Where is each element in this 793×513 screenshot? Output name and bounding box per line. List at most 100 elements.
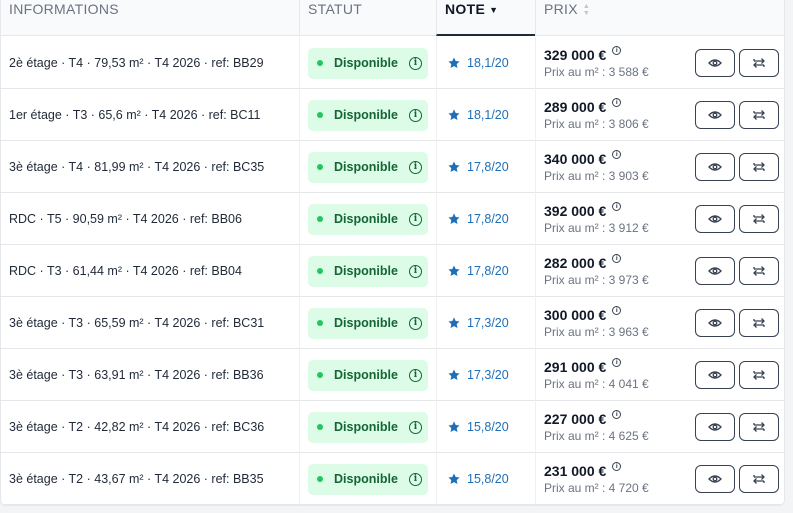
table-header: INFORMATIONS STATUT NOTE ▼ PRIX ▲ ▼	[1, 0, 784, 36]
swap-icon	[753, 422, 765, 432]
star-icon	[448, 317, 460, 329]
info-icon[interactable]: i	[612, 462, 622, 471]
status-badge: Disponible i	[308, 47, 428, 79]
status-dot-icon	[317, 320, 323, 326]
table-row: 3è étage · T3 · 65,59 m² · T4 2026 · ref…	[1, 297, 784, 349]
swap-icon	[753, 266, 765, 276]
view-button[interactable]	[695, 413, 735, 441]
info-icon[interactable]: i	[612, 254, 622, 263]
note-cell: 18,1/20	[436, 89, 535, 141]
lots-table: INFORMATIONS STATUT NOTE ▼ PRIX ▲ ▼ 2è ét…	[0, 0, 785, 506]
status-badge: Disponible i	[308, 307, 428, 339]
status-cell: Disponible i	[299, 245, 436, 297]
table-row: 3è étage · T2 · 43,67 m² · T4 2026 · ref…	[1, 453, 784, 505]
status-dot-icon	[317, 424, 323, 430]
eye-icon	[708, 371, 722, 379]
view-button[interactable]	[695, 309, 735, 337]
table-row: 3è étage · T4 · 81,99 m² · T4 2026 · ref…	[1, 141, 784, 193]
info-icon[interactable]: i	[612, 410, 622, 419]
table-row: 3è étage · T3 · 63,91 m² · T4 2026 · ref…	[1, 349, 784, 401]
header-informations[interactable]: INFORMATIONS	[9, 0, 299, 36]
compare-button[interactable]	[739, 413, 779, 441]
eye-icon	[708, 59, 722, 67]
status-cell: Disponible i	[299, 141, 436, 193]
note-cell: 17,8/20	[436, 193, 535, 245]
compare-button[interactable]	[739, 257, 779, 285]
eye-icon	[708, 319, 722, 327]
status-cell: Disponible i	[299, 349, 436, 401]
info-icon[interactable]: i	[612, 98, 622, 107]
price-per-m2: Prix au m² : 3 963 €	[544, 325, 649, 339]
price-cell: 231 000 € i Prix au m² : 4 720 €	[535, 453, 784, 505]
header-prix[interactable]: PRIX ▲ ▼	[535, 0, 784, 36]
info-icon[interactable]: i	[408, 316, 422, 330]
view-button[interactable]	[695, 361, 735, 389]
price-per-m2: Prix au m² : 3 903 €	[544, 169, 649, 183]
price-cell: 289 000 € i Prix au m² : 3 806 €	[535, 89, 784, 141]
info-icon[interactable]: i	[408, 108, 422, 122]
status-badge: Disponible i	[308, 463, 428, 495]
lot-info: 3è étage · T4 · 81,99 m² · T4 2026 · ref…	[9, 160, 265, 174]
compare-button[interactable]	[739, 153, 779, 181]
swap-icon	[753, 318, 765, 328]
view-button[interactable]	[695, 205, 735, 233]
view-button[interactable]	[695, 101, 735, 129]
compare-button[interactable]	[739, 465, 779, 493]
price-per-m2: Prix au m² : 4 041 €	[544, 377, 649, 391]
sort-icon: ▲ ▼	[582, 3, 591, 17]
info-icon[interactable]: i	[408, 264, 422, 278]
info-icon[interactable]: i	[408, 212, 422, 226]
info-icon[interactable]: i	[408, 56, 422, 70]
note-cell: 17,8/20	[436, 141, 535, 193]
info-icon[interactable]: i	[408, 160, 422, 174]
caret-down-icon: ▼	[489, 5, 499, 15]
eye-icon	[708, 423, 722, 431]
compare-button[interactable]	[739, 101, 779, 129]
status-dot-icon	[317, 60, 323, 66]
info-icon[interactable]: i	[408, 368, 422, 382]
info-icon[interactable]: i	[612, 150, 622, 159]
info-icon[interactable]: i	[408, 472, 422, 486]
compare-button[interactable]	[739, 49, 779, 77]
lot-info: 3è étage · T2 · 43,67 m² · T4 2026 · ref…	[9, 472, 264, 486]
view-button[interactable]	[695, 465, 735, 493]
lot-info: 2è étage · T4 · 79,53 m² · T4 2026 · ref…	[9, 56, 264, 70]
view-button[interactable]	[695, 49, 735, 77]
status-dot-icon	[317, 112, 323, 118]
lot-info: 3è étage · T2 · 42,82 m² · T4 2026 · ref…	[9, 420, 265, 434]
price-cell: 227 000 € i Prix au m² : 4 625 €	[535, 401, 784, 453]
info-icon[interactable]: i	[612, 306, 622, 315]
note-cell: 17,3/20	[436, 297, 535, 349]
info-icon[interactable]: i	[612, 202, 622, 211]
status-dot-icon	[317, 164, 323, 170]
star-icon	[448, 57, 460, 69]
lot-info: 3è étage · T3 · 63,91 m² · T4 2026 · ref…	[9, 368, 264, 382]
status-dot-icon	[317, 476, 323, 482]
view-button[interactable]	[695, 153, 735, 181]
eye-icon	[708, 163, 722, 171]
status-badge: Disponible i	[308, 151, 428, 183]
swap-icon	[753, 162, 765, 172]
price-cell: 392 000 € i Prix au m² : 3 912 €	[535, 193, 784, 245]
header-statut[interactable]: STATUT	[299, 0, 436, 36]
eye-icon	[708, 111, 722, 119]
note-cell: 17,3/20	[436, 349, 535, 401]
compare-button[interactable]	[739, 309, 779, 337]
table-row: RDC · T5 · 90,59 m² · T4 2026 · ref: BB0…	[1, 193, 784, 245]
info-icon[interactable]: i	[408, 420, 422, 434]
status-badge: Disponible i	[308, 203, 428, 235]
info-icon[interactable]: i	[612, 358, 622, 367]
status-cell: Disponible i	[299, 401, 436, 453]
star-icon	[448, 421, 460, 433]
star-icon	[448, 369, 460, 381]
info-icon[interactable]: i	[612, 46, 622, 55]
header-note[interactable]: NOTE ▼	[436, 0, 535, 36]
swap-icon	[753, 58, 765, 68]
compare-button[interactable]	[739, 205, 779, 233]
status-cell: Disponible i	[299, 453, 436, 505]
view-button[interactable]	[695, 257, 735, 285]
status-cell: Disponible i	[299, 37, 436, 89]
swap-icon	[753, 214, 765, 224]
compare-button[interactable]	[739, 361, 779, 389]
lot-info: RDC · T3 · 61,44 m² · T4 2026 · ref: BB0…	[9, 264, 242, 278]
